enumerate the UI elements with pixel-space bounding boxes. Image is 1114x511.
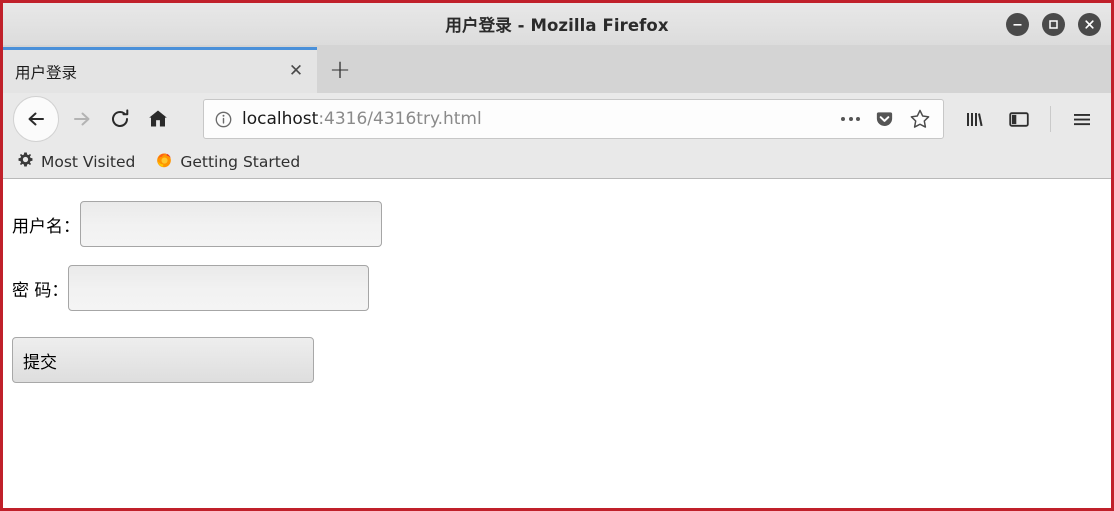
library-button[interactable] bbox=[956, 100, 994, 138]
submit-button[interactable]: 提交 bbox=[12, 337, 314, 383]
tab-user-login[interactable]: 用户登录 ✕ bbox=[3, 47, 317, 93]
page-actions-icon[interactable] bbox=[841, 117, 860, 121]
password-row: 密 码： bbox=[3, 265, 1111, 311]
url-bar[interactable]: localhost:4316/4316try.html bbox=[203, 99, 944, 139]
username-label: 用户名： bbox=[12, 216, 80, 237]
hamburger-menu-icon bbox=[1074, 114, 1090, 126]
plus-icon: + bbox=[329, 55, 351, 85]
home-icon bbox=[149, 110, 167, 127]
minimize-icon bbox=[1013, 23, 1022, 26]
maximize-icon bbox=[1049, 19, 1058, 29]
username-input[interactable] bbox=[80, 201, 382, 247]
firefox-logo-icon bbox=[155, 151, 173, 173]
url-path: :4316/4316try.html bbox=[318, 109, 482, 129]
url-host: localhost bbox=[242, 109, 319, 129]
toolbar-right-actions bbox=[956, 100, 1101, 138]
password-input[interactable] bbox=[68, 265, 370, 311]
submit-row: 提交 bbox=[3, 337, 1111, 383]
reload-icon bbox=[112, 109, 129, 127]
bookmark-getting-started[interactable]: Getting Started bbox=[155, 151, 300, 173]
url-actions bbox=[841, 108, 935, 130]
password-label: 密 码： bbox=[12, 280, 69, 301]
site-info-icon[interactable] bbox=[214, 110, 233, 129]
library-icon bbox=[967, 113, 983, 127]
window-title: 用户登录 - Mozilla Firefox bbox=[445, 16, 669, 35]
maximize-button[interactable] bbox=[1042, 12, 1065, 36]
bookmark-label: Most Visited bbox=[41, 152, 136, 171]
toolbar-divider bbox=[1050, 106, 1051, 132]
minimize-button[interactable] bbox=[1006, 12, 1029, 36]
tab-strip: 用户登录 ✕ + bbox=[3, 45, 1111, 93]
back-arrow-icon bbox=[28, 112, 44, 126]
navigation-toolbar: localhost:4316/4316try.html bbox=[3, 93, 1111, 145]
tab-label: 用户登录 bbox=[15, 63, 78, 82]
bookmark-label: Getting Started bbox=[180, 152, 301, 171]
bookmark-star-icon[interactable] bbox=[909, 108, 931, 130]
bookmark-most-visited[interactable]: Most Visited bbox=[17, 151, 135, 172]
forward-arrow-icon bbox=[74, 112, 90, 126]
url-text: localhost:4316/4316try.html bbox=[242, 109, 841, 129]
gear-icon bbox=[17, 151, 34, 172]
sidebar-icon bbox=[1009, 112, 1029, 127]
back-button[interactable] bbox=[13, 96, 59, 142]
new-tab-button[interactable]: + bbox=[317, 47, 363, 93]
close-button[interactable] bbox=[1078, 12, 1101, 36]
page-content: 用户名： 密 码： 提交 bbox=[3, 179, 1111, 508]
sidebar-button[interactable] bbox=[1000, 100, 1038, 138]
window-controls bbox=[1006, 3, 1101, 45]
menu-button[interactable] bbox=[1063, 100, 1101, 138]
close-icon bbox=[1085, 19, 1094, 29]
username-row: 用户名： bbox=[3, 201, 1111, 247]
home-button[interactable] bbox=[139, 100, 177, 138]
title-bar: 用户登录 - Mozilla Firefox bbox=[3, 3, 1111, 45]
forward-button[interactable] bbox=[63, 100, 101, 138]
pocket-icon[interactable] bbox=[874, 109, 895, 130]
tab-close-icon[interactable]: ✕ bbox=[285, 61, 307, 83]
reload-button[interactable] bbox=[101, 100, 139, 138]
browser-window: 用户登录 - Mozilla Firefox 用户登录 ✕ + localhos… bbox=[0, 0, 1114, 511]
bookmarks-toolbar: Most Visited Getting Started bbox=[3, 145, 1111, 179]
